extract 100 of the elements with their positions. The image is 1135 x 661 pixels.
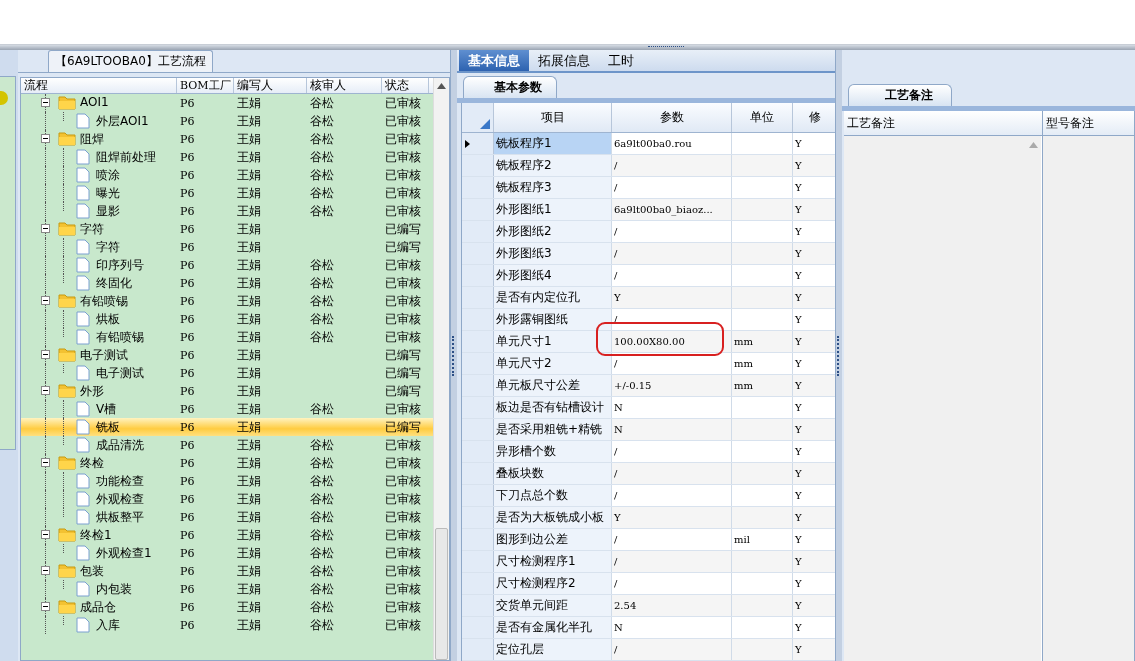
tree-row[interactable]: 终检1 P6 王娟 谷松 已审核 xyxy=(21,526,433,544)
scroll-up-icon[interactable] xyxy=(437,83,446,89)
tree-row[interactable]: 铣板 P6 王娟 已编写 xyxy=(21,418,433,436)
collapse-icon[interactable] xyxy=(41,98,50,107)
tree-row[interactable]: 阻焊 P6 王娟 谷松 已审核 xyxy=(21,130,433,148)
table-cell-text: 已编写 xyxy=(384,364,422,382)
table-cell-text: 谷松 xyxy=(309,436,335,454)
collapse-icon[interactable] xyxy=(41,602,50,611)
folder-icon xyxy=(58,599,76,614)
tab[interactable]: 基本信息 xyxy=(459,50,529,71)
tree-row[interactable]: 曝光 P6 王娟 谷松 已审核 xyxy=(21,184,433,202)
table-cell-text: 王娟 xyxy=(236,256,262,274)
table-cell-text: 谷松 xyxy=(309,130,335,148)
tree-label: 烘板整平 xyxy=(96,509,144,526)
tree-row[interactable]: 功能检查 P6 王娟 谷松 已审核 xyxy=(21,472,433,490)
table-cell: 外形图纸1 xyxy=(494,199,612,220)
collapse-icon[interactable] xyxy=(41,350,50,359)
tree-row[interactable]: 字符 P6 王娟 已编写 xyxy=(21,238,433,256)
collapse-icon[interactable] xyxy=(41,530,50,539)
tree-label: 外形 xyxy=(80,383,104,400)
tree-row[interactable]: 外层AOI1 P6 王娟 谷松 已审核 xyxy=(21,112,433,130)
document-icon xyxy=(76,473,90,489)
tree-label: 包装 xyxy=(80,563,104,580)
tree-row[interactable]: 入库 P6 王娟 谷松 已审核 xyxy=(21,616,433,634)
collapse-icon[interactable] xyxy=(41,296,50,305)
tree-row[interactable]: 外形 P6 王娟 已编写 xyxy=(21,382,433,400)
table-cell-text: 已审核 xyxy=(384,310,422,328)
tree-row[interactable]: 有铅喷锡 P6 王娟 谷松 已审核 xyxy=(21,292,433,310)
tab[interactable]: 拓展信息 xyxy=(529,50,599,71)
tree-row[interactable]: 外观检查 P6 王娟 谷松 已审核 xyxy=(21,490,433,508)
scroll-thumb[interactable] xyxy=(435,528,448,660)
tree-row[interactable]: 终检 P6 王娟 谷松 已审核 xyxy=(21,454,433,472)
tree-row[interactable]: 烘板 P6 王娟 谷松 已审核 xyxy=(21,310,433,328)
tree-row[interactable]: 包装 P6 王娟 谷松 已审核 xyxy=(21,562,433,580)
tree-row[interactable]: 电子测试 P6 王娟 已编写 xyxy=(21,346,433,364)
column-header[interactable]: 核审人 xyxy=(307,78,382,93)
tab[interactable]: 工时 xyxy=(599,50,643,71)
scrollbar[interactable] xyxy=(433,78,449,660)
tree-row[interactable]: AOI1 P6 王娟 谷松 已审核 xyxy=(21,94,433,112)
column-header[interactable]: BOM工厂 xyxy=(177,78,234,93)
panel-title: 【6A9LTOOBA0】工艺流程 xyxy=(48,50,213,72)
tree-row[interactable]: 外观检查1 P6 王娟 谷松 已审核 xyxy=(21,544,433,562)
tree-row[interactable]: 喷涂 P6 王娟 谷松 已审核 xyxy=(21,166,433,184)
column-header[interactable]: 编写人 xyxy=(234,78,307,93)
column-header[interactable]: 流程 xyxy=(21,78,177,93)
column-header[interactable]: 型号备注 xyxy=(1043,111,1134,136)
tree-row[interactable]: 阻焊前处理 P6 王娟 谷松 已审核 xyxy=(21,148,433,166)
table-cell: 是否采用粗铣+精铣 xyxy=(494,419,612,440)
table-cell-text: 谷松 xyxy=(309,184,335,202)
column-header[interactable]: 状态 xyxy=(382,78,429,93)
table-cell: / xyxy=(614,160,618,171)
collapse-icon[interactable] xyxy=(41,224,50,233)
tree-label: 终检 xyxy=(80,455,104,472)
table-cell-text: 已审核 xyxy=(384,184,422,202)
table-cell-text: 王娟 xyxy=(236,400,262,418)
tree-row[interactable]: 字符 P6 王娟 已编写 xyxy=(21,220,433,238)
table-cell-text: 王娟 xyxy=(236,112,262,130)
tree-row[interactable]: 成品仓 P6 王娟 谷松 已审核 xyxy=(21,598,433,616)
select-all-corner[interactable] xyxy=(462,103,494,132)
tree-row[interactable]: 成品清洗 P6 王娟 谷松 已审核 xyxy=(21,436,433,454)
tree-row[interactable]: 显影 P6 王娟 谷松 已审核 xyxy=(21,202,433,220)
tree-row[interactable]: 印序列号 P6 王娟 谷松 已审核 xyxy=(21,256,433,274)
table-cell: / xyxy=(614,358,618,369)
tab[interactable]: 工艺备注 xyxy=(848,84,952,106)
column-header[interactable]: 项目 xyxy=(494,103,612,132)
table-cell-text: P6 xyxy=(179,402,196,416)
table-cell-text: 王娟 xyxy=(236,274,262,292)
table-cell: 尺寸检测程序2 xyxy=(494,573,612,594)
table-cell-text: 已审核 xyxy=(384,274,422,292)
collapse-icon[interactable] xyxy=(41,566,50,575)
table-cell: 外形露铜图纸 xyxy=(494,309,612,330)
table-cell: / xyxy=(614,644,618,655)
row-header[interactable] xyxy=(462,133,494,154)
tree-label: 成品清洗 xyxy=(96,437,144,454)
table-cell: 交货单元间距 xyxy=(494,595,612,616)
tree-row[interactable]: 终固化 P6 王娟 谷松 已审核 xyxy=(21,274,433,292)
tree-row[interactable]: 内包装 P6 王娟 谷松 已审核 xyxy=(21,580,433,598)
document-icon xyxy=(76,617,90,633)
table-cell-text: P6 xyxy=(179,348,196,362)
column-header[interactable]: 工艺备注 xyxy=(844,111,1042,136)
table-cell-text: 王娟 xyxy=(236,292,262,310)
column-header[interactable]: 参数 xyxy=(612,103,732,132)
table-cell-text: 王娟 xyxy=(236,310,262,328)
tab[interactable]: 基本参数 xyxy=(463,76,557,98)
table-cell-text: 王娟 xyxy=(236,544,262,562)
collapse-icon[interactable] xyxy=(41,386,50,395)
folder-icon xyxy=(58,347,76,362)
column-header[interactable]: 单位 xyxy=(732,103,793,132)
table-cell: 6a9lt00ba0_biaoz... xyxy=(614,204,713,215)
table-cell-text: 已审核 xyxy=(384,472,422,490)
tree-row[interactable]: 烘板整平 P6 王娟 谷松 已审核 xyxy=(21,508,433,526)
table-cell-text: 已审核 xyxy=(384,202,422,220)
collapse-icon[interactable] xyxy=(41,134,50,143)
tree-row[interactable]: 电子测试 P6 王娟 已编写 xyxy=(21,364,433,382)
table-cell-text: P6 xyxy=(179,330,196,344)
tree-row[interactable]: 有铅喷锡 P6 王娟 谷松 已审核 xyxy=(21,328,433,346)
tree-label: 内包装 xyxy=(96,581,132,598)
table-cell-text: 已审核 xyxy=(384,94,422,112)
tree-label: 字符 xyxy=(96,239,120,256)
collapse-icon[interactable] xyxy=(41,458,50,467)
